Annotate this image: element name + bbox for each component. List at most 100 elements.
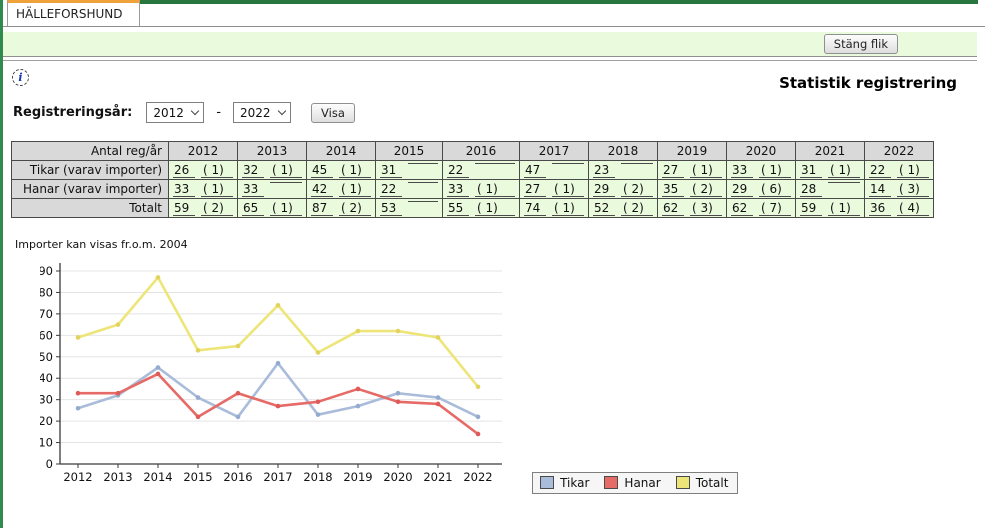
reg-count-link[interactable]: 45: [311, 163, 333, 178]
reg-count-link[interactable]: 47: [524, 163, 546, 178]
reg-count-link[interactable]: 22: [380, 182, 402, 197]
reg-count-link[interactable]: 52: [593, 201, 615, 216]
reg-count-link[interactable]: 27: [662, 163, 684, 178]
data-point: [435, 401, 441, 407]
import-count-link[interactable]: ( 1): [759, 163, 791, 178]
import-count-link[interactable]: ( 6): [759, 182, 791, 197]
year-header: 2012: [168, 141, 238, 161]
import-count-link[interactable]: ( 2): [621, 201, 653, 216]
reg-count-link[interactable]: 53: [380, 201, 402, 216]
reg-count-link[interactable]: 29: [593, 182, 615, 197]
y-tick-label: 60: [40, 328, 53, 342]
import-count-link[interactable]: ( 3): [897, 182, 929, 197]
tab-halleforshund[interactable]: HÄLLEFORSHUND: [7, 0, 140, 26]
import-count-link[interactable]: ( 1): [828, 163, 860, 178]
range-separator: -: [216, 105, 222, 120]
table-cell: 65 ( 1): [237, 198, 307, 218]
data-point: [315, 399, 321, 405]
reg-count-link[interactable]: 59: [800, 201, 822, 216]
reg-count-link[interactable]: 29: [731, 182, 753, 197]
x-tick-label: 2019: [343, 470, 372, 484]
import-count-link[interactable]: ( 1): [552, 201, 584, 216]
import-count-link[interactable]: [475, 162, 515, 164]
table-cell: 36 ( 4): [864, 198, 934, 218]
reg-count-link[interactable]: 33: [173, 182, 195, 197]
import-count-link[interactable]: [408, 200, 438, 202]
reg-count-link[interactable]: 33: [731, 163, 753, 178]
reg-count-link[interactable]: 65: [242, 201, 264, 216]
y-tick-label: 70: [40, 307, 53, 321]
reg-count-link[interactable]: 23: [593, 163, 615, 178]
legend-item: Tikar: [540, 476, 589, 490]
import-count-link[interactable]: ( 1): [339, 163, 371, 178]
reg-count-link[interactable]: 28: [800, 182, 822, 197]
import-count-link[interactable]: [270, 181, 302, 183]
import-count-link[interactable]: ( 1): [475, 201, 515, 216]
import-count-link[interactable]: ( 2): [621, 182, 653, 197]
reg-count-link[interactable]: 62: [662, 201, 684, 216]
y-tick-label: 0: [46, 457, 53, 471]
import-count-link[interactable]: ( 1): [339, 182, 371, 197]
import-count-link[interactable]: ( 7): [759, 201, 791, 216]
data-point: [115, 390, 121, 396]
reg-count-link[interactable]: 35: [662, 182, 684, 197]
reg-count-link[interactable]: 31: [800, 163, 822, 178]
import-count-link[interactable]: [408, 181, 438, 183]
y-tick-label: 10: [40, 436, 53, 450]
x-tick-label: 2016: [223, 470, 252, 484]
info-icon[interactable]: i: [12, 69, 29, 86]
to-year-select[interactable]: 2022: [233, 102, 292, 123]
row-label: Tikar (varav importer): [11, 160, 169, 180]
import-count-link[interactable]: ( 3): [690, 201, 722, 216]
reg-count-link[interactable]: 22: [869, 163, 891, 178]
table-header-row: Antal reg/år 2012 2013 2014 2015 2016 2017 201…: [11, 141, 934, 161]
import-count-link[interactable]: [621, 162, 653, 164]
import-count-link[interactable]: ( 1): [552, 182, 584, 197]
data-point: [275, 403, 281, 409]
from-year-select[interactable]: 2012: [146, 102, 205, 123]
import-count-link[interactable]: ( 2): [201, 201, 233, 216]
table-row: Hanar (varav importer) 33 ( 1) 33 42 ( 1) 22 33…: [11, 179, 934, 199]
content-area: i Statistik registrering Registreringsår…: [3, 61, 985, 494]
legend-swatch-icon: [604, 476, 619, 489]
table-cell: 74 ( 1): [519, 198, 589, 218]
import-count-link[interactable]: ( 1): [897, 163, 929, 178]
import-count-link[interactable]: ( 2): [339, 201, 371, 216]
reg-count-link[interactable]: 62: [731, 201, 753, 216]
visa-button[interactable]: Visa: [311, 102, 355, 123]
reg-count-link[interactable]: 14: [869, 182, 891, 197]
import-count-link[interactable]: [828, 181, 860, 183]
reg-count-link[interactable]: 87: [311, 201, 333, 216]
reg-count-link[interactable]: 74: [524, 201, 546, 216]
import-count-link[interactable]: ( 1): [828, 201, 860, 216]
import-count-link[interactable]: ( 1): [201, 163, 233, 178]
year-header: 2014: [306, 141, 376, 161]
reg-count-link[interactable]: 33: [242, 182, 264, 197]
legend-swatch-icon: [540, 476, 555, 489]
reg-count-link[interactable]: 33: [447, 182, 469, 197]
import-count-link[interactable]: ( 1): [475, 182, 515, 197]
reg-count-link[interactable]: 55: [447, 201, 469, 216]
import-count-link[interactable]: ( 4): [897, 201, 929, 216]
reg-count-link[interactable]: 31: [380, 163, 402, 178]
table-cell: 33 ( 1): [168, 179, 238, 199]
header-row: i Statistik registrering: [8, 67, 976, 92]
import-count-link[interactable]: ( 1): [270, 201, 302, 216]
year-header: 2021: [795, 141, 865, 161]
reg-count-link[interactable]: 27: [524, 182, 546, 197]
reg-count-link[interactable]: 32: [242, 163, 264, 178]
reg-count-link[interactable]: 42: [311, 182, 333, 197]
year-header: 2015: [375, 141, 443, 161]
reg-count-link[interactable]: 36: [869, 201, 891, 216]
import-count-link[interactable]: ( 1): [270, 163, 302, 178]
import-count-link[interactable]: ( 1): [690, 163, 722, 178]
import-count-link[interactable]: [552, 162, 584, 164]
reg-count-link[interactable]: 22: [447, 163, 469, 178]
reg-count-link[interactable]: 26: [173, 163, 195, 178]
table-cell: 14 ( 3): [864, 179, 934, 199]
import-count-link[interactable]: [408, 162, 438, 164]
close-tab-button[interactable]: Stäng flik: [823, 34, 898, 54]
import-count-link[interactable]: ( 1): [201, 182, 233, 197]
import-count-link[interactable]: ( 2): [690, 182, 722, 197]
reg-count-link[interactable]: 59: [173, 201, 195, 216]
